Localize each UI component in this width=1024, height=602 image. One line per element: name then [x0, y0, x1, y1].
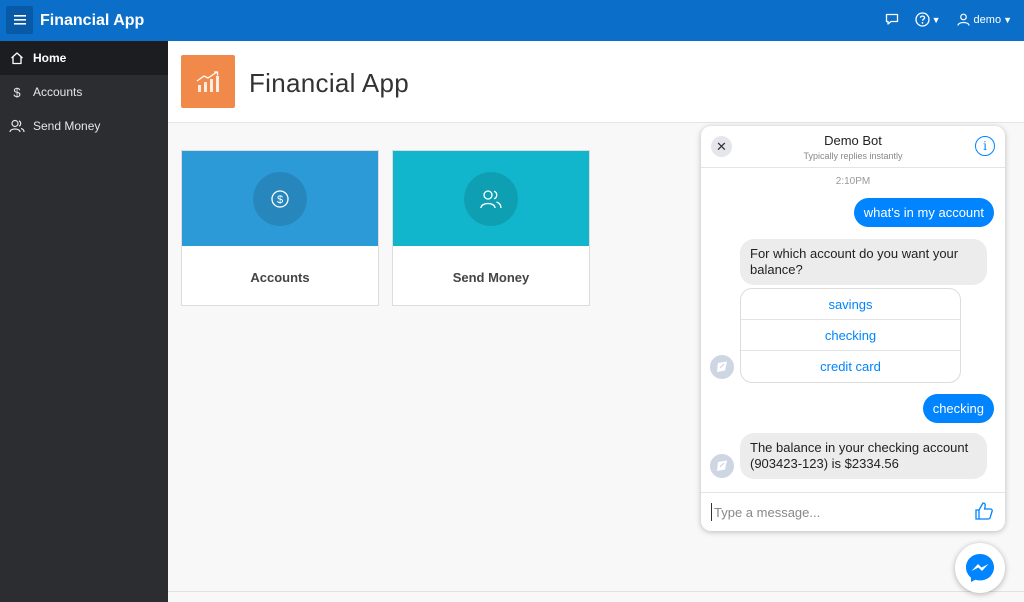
dollar-icon: $	[13, 84, 21, 100]
app-title[interactable]: Financial App	[40, 12, 144, 30]
user-message: checking	[922, 394, 994, 423]
dollar-icon: $	[253, 171, 307, 226]
send-money-card[interactable]: Send Money	[392, 150, 590, 306]
top-navigation-bar: Financial App ▼ demo ▼	[0, 0, 1024, 41]
menu-icon	[13, 15, 26, 25]
bot-message: For which account do you want your balan…	[740, 239, 987, 285]
card-label: Send Money	[452, 270, 530, 285]
message-timestamp: 2:10PM	[835, 176, 871, 187]
help-menu-button[interactable]: ▼	[914, 12, 941, 27]
help-icon	[914, 12, 930, 27]
chat-widget: ✕ Demo Bot Typically replies instantly i…	[701, 126, 1005, 531]
messenger-launcher-button[interactable]	[955, 543, 1005, 593]
quick-replies: savings checking credit card	[740, 288, 961, 383]
sidebar-item-label: Send Money	[33, 119, 101, 133]
chat-composer	[701, 492, 1005, 531]
user-message: what's in my account	[853, 198, 994, 227]
user-icon	[956, 13, 970, 26]
sidebar-item-home[interactable]: Home	[0, 41, 168, 75]
bot-message: The balance in your checking account (90…	[740, 433, 987, 479]
bot-subtitle: Typically replies instantly	[803, 151, 903, 161]
home-icon	[9, 50, 25, 66]
sidebar-item-send-money[interactable]: Send Money	[0, 109, 168, 143]
bot-avatar-icon	[710, 355, 734, 379]
sidebar-item-label: Accounts	[33, 85, 83, 99]
quick-reply-checking[interactable]: checking	[741, 320, 960, 351]
page-header: Financial App	[168, 41, 1024, 123]
card-banner	[393, 151, 589, 246]
chat-header: ✕ Demo Bot Typically replies instantly i	[701, 126, 1005, 168]
bot-avatar-icon	[710, 454, 734, 478]
card-banner: $	[182, 151, 378, 246]
user-menu-button[interactable]: demo ▼	[956, 13, 1012, 26]
nav-right: ▼ demo ▼	[869, 12, 1012, 27]
accounts-card[interactable]: $ Accounts	[181, 150, 379, 306]
divider	[168, 591, 1024, 592]
svg-text:$: $	[277, 194, 283, 206]
sidebar-item-accounts[interactable]: $ Accounts	[0, 75, 168, 109]
info-icon: i	[983, 139, 987, 153]
message-input[interactable]	[711, 503, 961, 521]
sidebar-item-label: Home	[33, 51, 67, 65]
growth-chart-icon	[181, 55, 235, 108]
users-icon	[9, 118, 25, 134]
users-icon	[464, 171, 518, 226]
bot-name: Demo Bot	[824, 133, 882, 148]
chevron-down-icon: ▼	[1003, 14, 1012, 25]
messenger-icon	[966, 554, 994, 582]
card-label: Accounts	[250, 270, 310, 285]
user-name: demo	[973, 13, 1002, 26]
sidebar: Home $ Accounts Send Money	[0, 41, 168, 602]
chat-icon	[885, 13, 898, 25]
chevron-down-icon: ▼	[931, 14, 941, 25]
quick-reply-credit-card[interactable]: credit card	[741, 351, 960, 382]
thumbs-up-icon	[975, 502, 993, 520]
info-button[interactable]: i	[975, 136, 995, 156]
feedback-button[interactable]	[885, 13, 899, 26]
quick-reply-savings[interactable]: savings	[741, 289, 960, 320]
like-button[interactable]	[974, 501, 994, 521]
page-title: Financial App	[249, 68, 410, 98]
menu-toggle-button[interactable]	[6, 6, 33, 34]
